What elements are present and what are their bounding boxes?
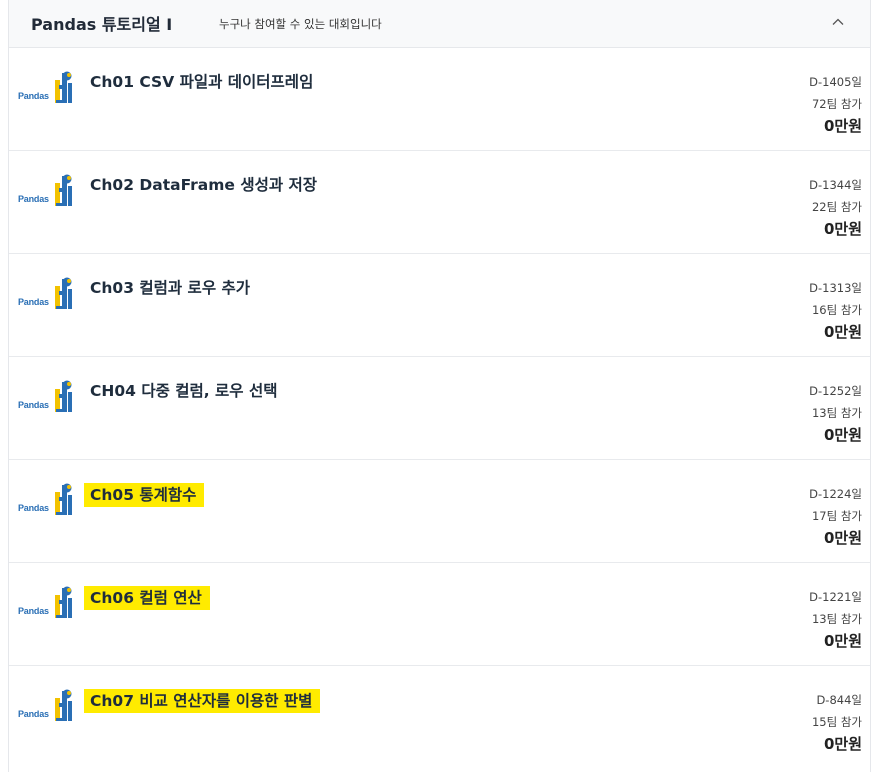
competition-title[interactable]: Ch01 CSV 파일과 데이터프레임: [90, 71, 319, 93]
prize-amount: 0만원: [823, 117, 862, 135]
pandas-logo: Pandas: [18, 585, 76, 619]
days-remaining: D-1224일: [809, 487, 862, 501]
chevron-up-icon[interactable]: [830, 14, 846, 30]
competition-row[interactable]: Pandas Ch05 통계함수 D-1224일 17팀 참가 0만원: [9, 460, 870, 563]
competition-row[interactable]: Pandas Ch07 비교 연산자를 이용한 판별 D-844일 15팀 참가…: [9, 666, 870, 769]
pandas-logo: Pandas: [18, 70, 76, 104]
pandas-logo: Pandas: [18, 688, 76, 722]
competition-row[interactable]: Pandas Ch03 컬럼과 로우 추가 D-1313일 16팀 참가 0만원: [9, 254, 870, 357]
competition-title[interactable]: CH04 다중 컬럼, 로우 선택: [90, 380, 283, 402]
prize-amount: 0만원: [823, 632, 862, 650]
pandas-logo: Pandas: [18, 482, 76, 516]
team-count: 13팀 참가: [811, 612, 862, 626]
logo-text: Pandas: [18, 400, 49, 410]
competition-panel: Pandas 튜토리얼 I 누구나 참여할 수 있는 대회입니다 Pandas …: [8, 0, 871, 772]
prize-amount: 0만원: [823, 323, 862, 341]
pandas-figure-icon: [55, 380, 72, 412]
competition-title[interactable]: Ch02 DataFrame 생성과 저장: [90, 174, 323, 196]
logo-text: Pandas: [18, 91, 49, 101]
competition-row[interactable]: Pandas Ch06 컬럼 연산 D-1221일 13팀 참가 0만원: [9, 563, 870, 666]
pandas-logo: Pandas: [18, 276, 76, 310]
logo-text: Pandas: [18, 503, 49, 513]
team-count: 15팀 참가: [811, 715, 862, 729]
logo-text: Pandas: [18, 297, 49, 307]
pandas-figure-icon: [55, 71, 72, 103]
pandas-figure-icon: [55, 689, 72, 721]
panel-title: Pandas 튜토리얼 I: [31, 15, 173, 34]
panel-subtitle: 누구나 참여할 수 있는 대회입니다: [219, 17, 382, 31]
team-count: 17팀 참가: [811, 509, 862, 523]
prize-amount: 0만원: [823, 735, 862, 753]
competition-list: Pandas Ch01 CSV 파일과 데이터프레임 D-1405일 72팀 참…: [9, 48, 870, 769]
days-remaining: D-1344일: [809, 178, 862, 192]
logo-text: Pandas: [18, 194, 49, 204]
team-count: 22팀 참가: [811, 200, 862, 214]
pandas-logo: Pandas: [18, 173, 76, 207]
competition-title[interactable]: Ch06 컬럼 연산: [84, 586, 210, 610]
days-remaining: D-1252일: [809, 384, 862, 398]
pandas-figure-icon: [55, 174, 72, 206]
competition-row[interactable]: Pandas Ch01 CSV 파일과 데이터프레임 D-1405일 72팀 참…: [9, 48, 870, 151]
competition-title[interactable]: Ch03 컬럼과 로우 추가: [90, 277, 256, 299]
competition-row[interactable]: Pandas Ch02 DataFrame 생성과 저장 D-1344일 22팀…: [9, 151, 870, 254]
pandas-figure-icon: [55, 277, 72, 309]
days-remaining: D-1405일: [809, 75, 862, 89]
competition-row[interactable]: Pandas CH04 다중 컬럼, 로우 선택 D-1252일 13팀 참가 …: [9, 357, 870, 460]
team-count: 72팀 참가: [811, 97, 862, 111]
days-remaining: D-1221일: [809, 590, 862, 604]
logo-text: Pandas: [18, 606, 49, 616]
days-remaining: D-1313일: [809, 281, 862, 295]
competition-title[interactable]: Ch05 통계함수: [84, 483, 205, 507]
competition-title[interactable]: Ch07 비교 연산자를 이용한 판별: [84, 689, 321, 713]
pandas-figure-icon: [55, 483, 72, 515]
pandas-figure-icon: [55, 586, 72, 618]
panel-header[interactable]: Pandas 튜토리얼 I 누구나 참여할 수 있는 대회입니다: [9, 0, 870, 48]
pandas-logo: Pandas: [18, 379, 76, 413]
prize-amount: 0만원: [823, 426, 862, 444]
team-count: 13팀 참가: [811, 406, 862, 420]
team-count: 16팀 참가: [811, 303, 862, 317]
prize-amount: 0만원: [823, 529, 862, 547]
prize-amount: 0만원: [823, 220, 862, 238]
logo-text: Pandas: [18, 709, 49, 719]
days-remaining: D-844일: [816, 693, 862, 707]
